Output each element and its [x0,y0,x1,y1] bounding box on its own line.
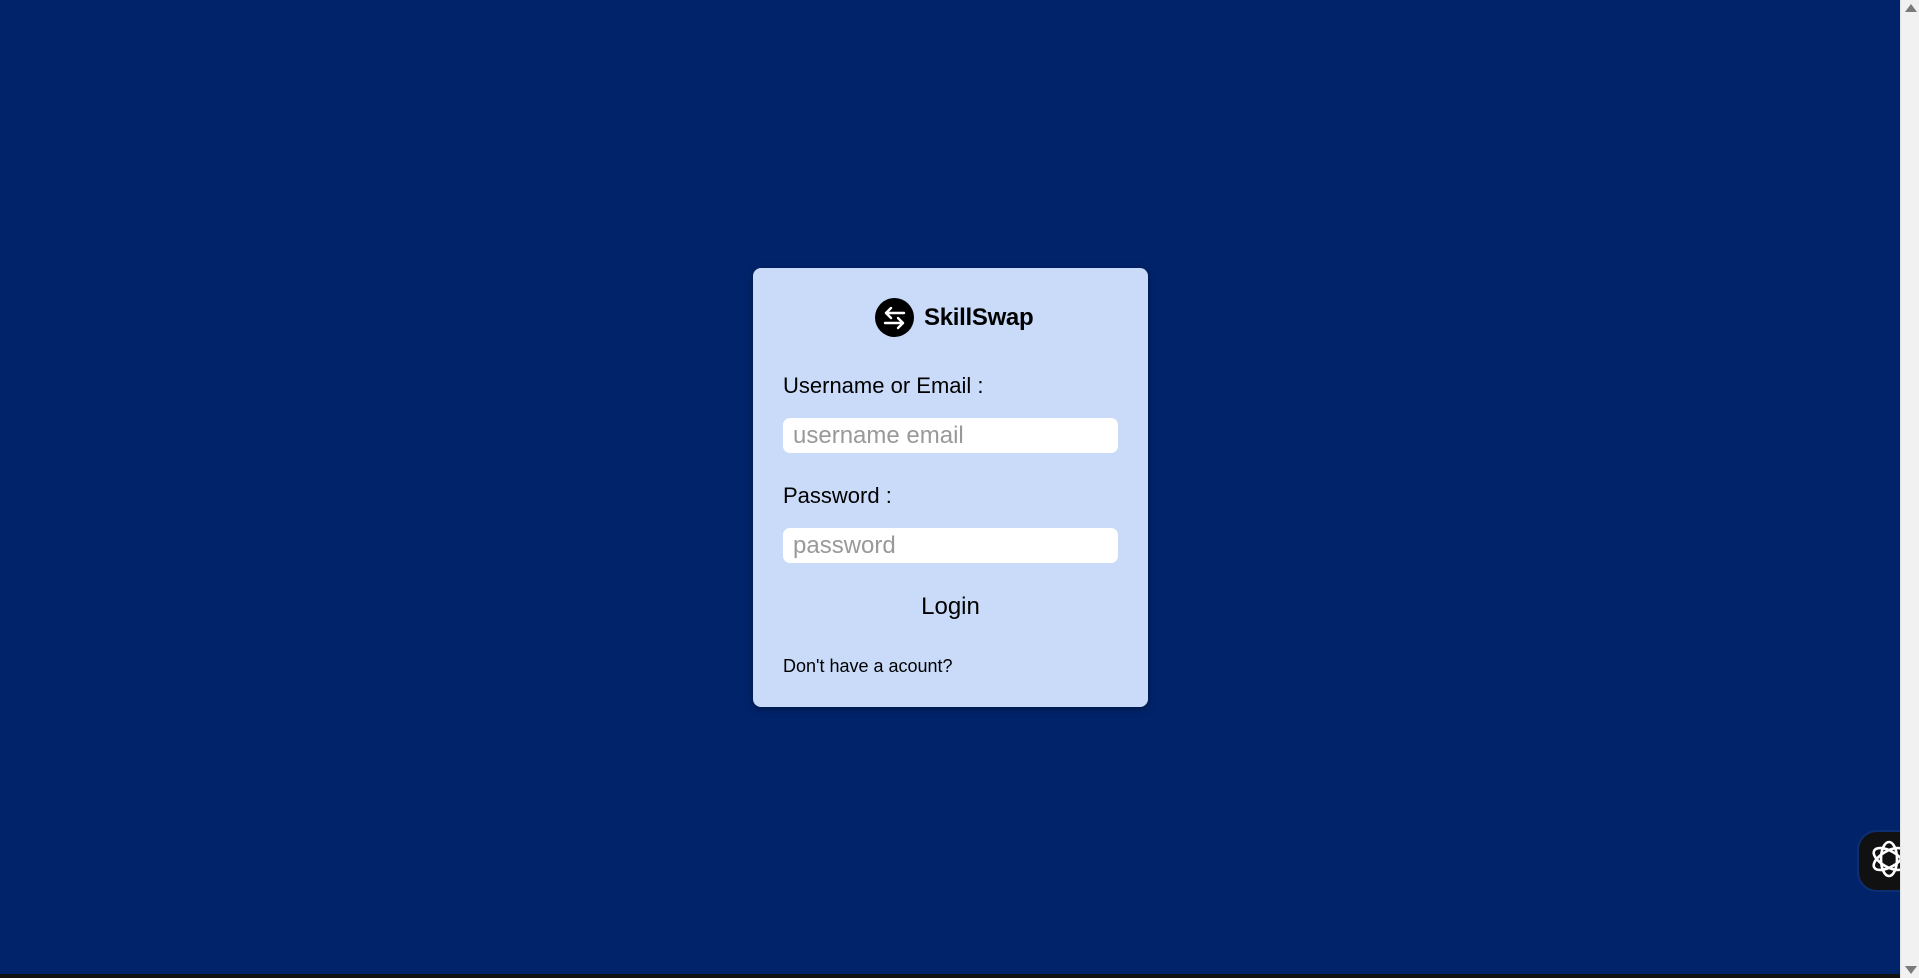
swap-arrows-icon [875,298,914,337]
vertical-scrollbar[interactable] [1900,0,1919,978]
brand: SkillSwap [875,298,1034,337]
scroll-up-icon[interactable] [1905,4,1917,12]
username-email-input[interactable] [783,418,1118,453]
brand-name: SkillSwap [924,303,1034,331]
login-page: SkillSwap Username or Email : Password :… [0,0,1919,974]
login-card: SkillSwap Username or Email : Password :… [753,268,1148,707]
signup-link[interactable]: Don't have a acount? [783,657,953,675]
login-button[interactable]: Login [893,587,1008,627]
username-label: Username or Email : [783,373,984,398]
password-input[interactable] [783,528,1118,563]
scroll-down-icon[interactable] [1905,966,1917,974]
bottom-edge [0,974,1900,978]
password-label: Password : [783,483,892,508]
